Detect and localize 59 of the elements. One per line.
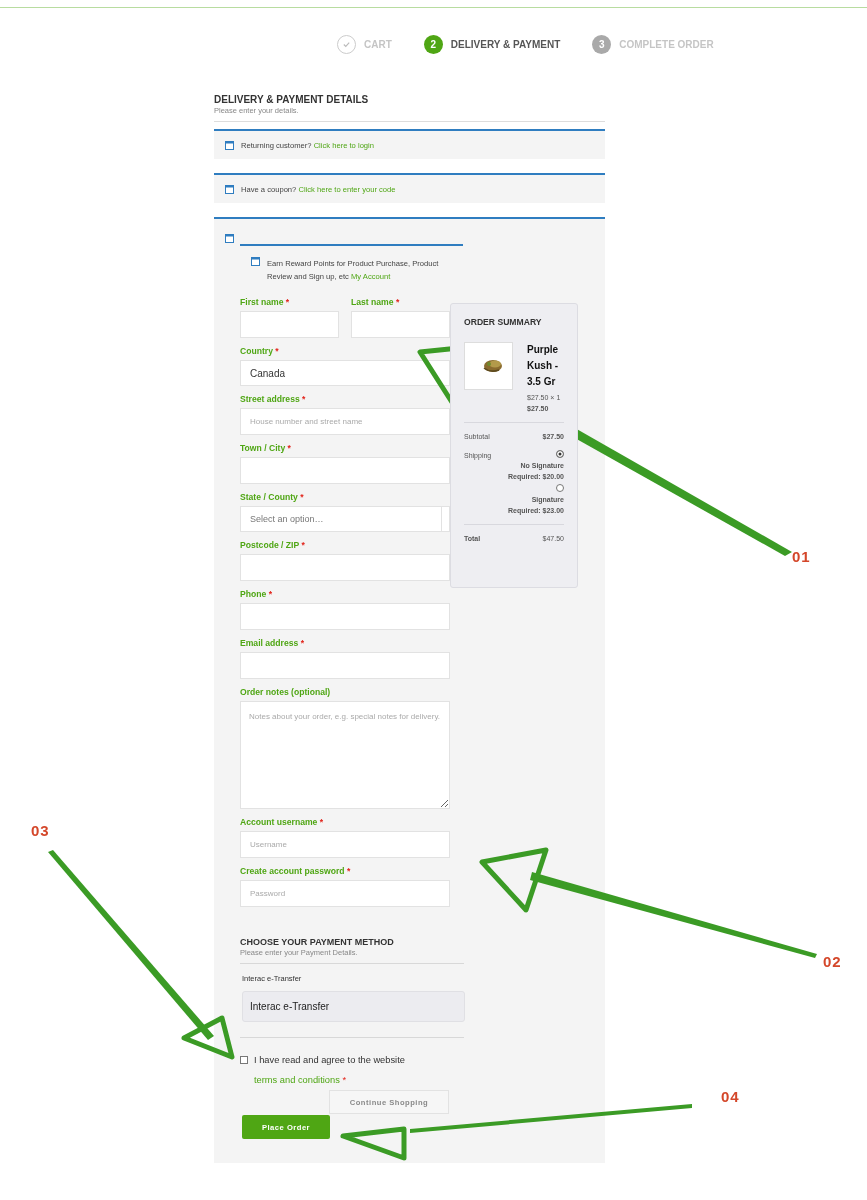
- field-label: Street address *: [240, 394, 306, 404]
- text-field[interactable]: [240, 457, 450, 484]
- step-label[interactable]: CART: [364, 38, 392, 50]
- field-label: Order notes (optional): [240, 687, 331, 697]
- product-name: Purple Kush - 3.5 Gr: [527, 343, 560, 389]
- text-field[interactable]: [351, 311, 450, 338]
- required-mark: *: [347, 866, 351, 876]
- step-label[interactable]: DELIVERY & PAYMENT: [450, 38, 561, 50]
- required-mark: *: [300, 492, 304, 502]
- step-number: 3: [592, 34, 612, 54]
- step-label[interactable]: COMPLETE ORDER: [619, 38, 714, 50]
- text-field[interactable]: Password: [240, 880, 450, 907]
- calendar-icon: [225, 234, 234, 243]
- field-label: Postcode / ZIP *: [240, 540, 305, 550]
- required-mark: *: [300, 638, 305, 648]
- required-mark: *: [302, 394, 306, 404]
- field-label: First name *: [240, 297, 290, 307]
- notes-field[interactable]: Notes about your order, e.g. special notes for delivery.: [240, 701, 450, 809]
- field-label: Account username *: [240, 817, 324, 827]
- payment-title: CHOOSE YOUR PAYMENT METHOD: [240, 937, 395, 947]
- required-mark: *: [285, 297, 290, 307]
- country-select[interactable]: Canada: [240, 360, 450, 386]
- radio-button[interactable]: [556, 450, 564, 458]
- calendar-icon: [251, 257, 260, 266]
- field-label: Email address *: [240, 638, 305, 648]
- field-label: Country *: [240, 346, 279, 356]
- text-field[interactable]: [240, 603, 450, 630]
- required-mark: *: [319, 817, 324, 827]
- step-number: 2: [423, 34, 443, 54]
- field-label: State / County *: [240, 492, 304, 502]
- annotation-number: 03: [31, 822, 50, 839]
- annotation-number: 01: [792, 548, 811, 565]
- annotation-number: 02: [823, 953, 842, 970]
- text-field[interactable]: Username: [240, 831, 450, 858]
- field-label: Town / City *: [240, 443, 291, 453]
- field-label: Phone *: [240, 589, 272, 599]
- calendar-icon: [225, 140, 234, 150]
- required-mark: *: [268, 589, 272, 599]
- required-mark: *: [287, 443, 291, 453]
- state-select[interactable]: Select an option…: [240, 506, 450, 532]
- terms-checkbox[interactable]: [240, 1056, 248, 1064]
- terms-text: I have read and agree to the website terms and conditions *: [254, 1054, 406, 1087]
- text-field[interactable]: House number and street name: [240, 408, 450, 435]
- text-field[interactable]: [240, 311, 339, 338]
- required-mark: *: [301, 540, 305, 550]
- field-label: Create account password *: [240, 866, 351, 876]
- field-label: Last name *: [351, 297, 400, 307]
- text-field[interactable]: [240, 554, 450, 581]
- terms-link[interactable]: terms and conditions: [254, 1075, 340, 1085]
- required-mark: *: [275, 346, 279, 356]
- radio-button[interactable]: [556, 484, 564, 492]
- section-title: DELIVERY & PAYMENT DETAILS: [214, 94, 370, 105]
- calendar-icon: [225, 184, 234, 194]
- required-mark: *: [395, 297, 400, 307]
- summary-title: ORDER SUMMARY: [464, 317, 543, 327]
- payment-method[interactable]: Interac e-Transfer: [242, 991, 465, 1022]
- annotation-number: 04: [721, 1088, 740, 1105]
- check-icon: [337, 34, 356, 54]
- text-field[interactable]: [240, 652, 450, 679]
